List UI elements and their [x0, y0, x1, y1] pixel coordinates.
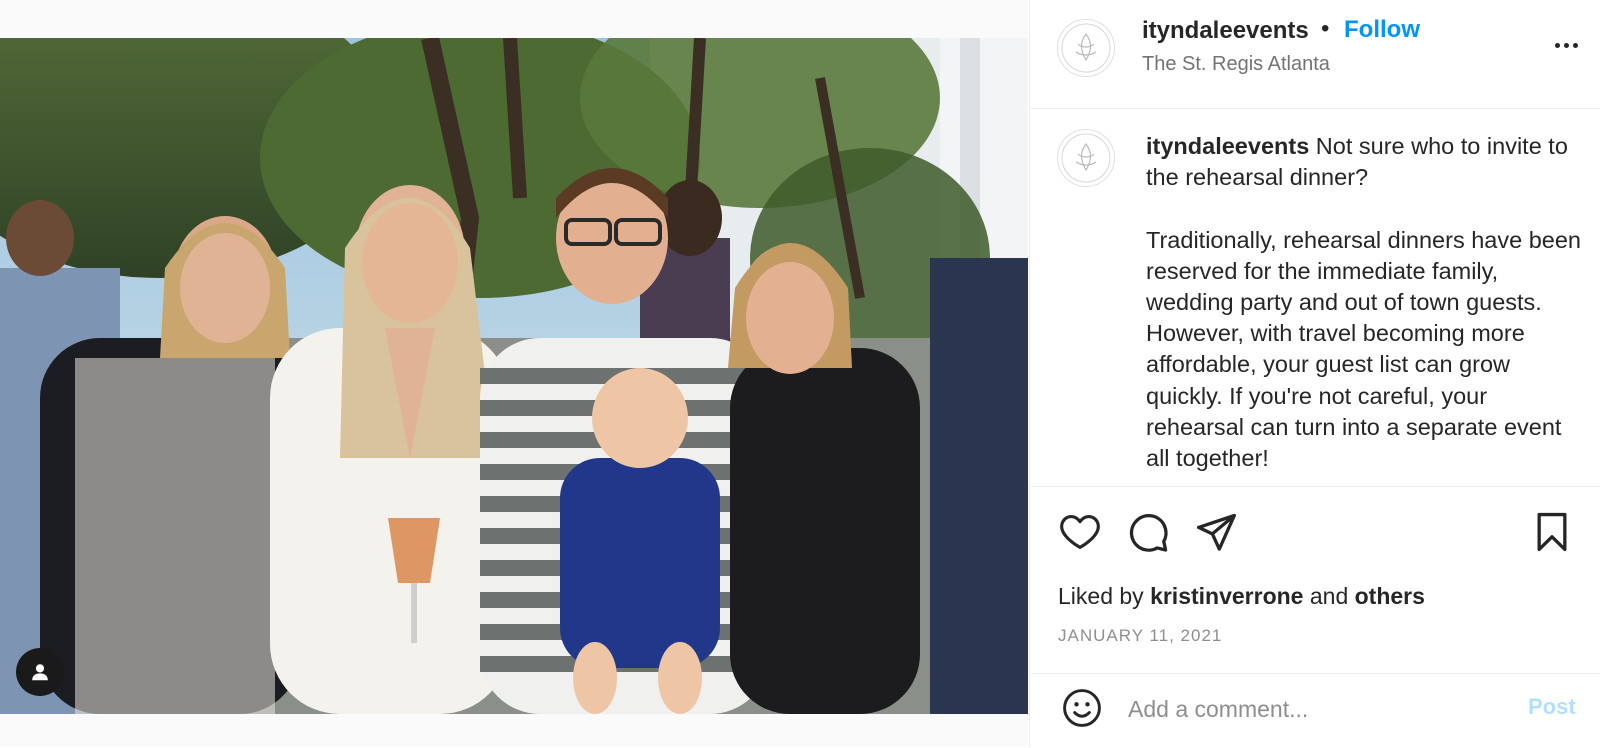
comment-bar: Post	[1030, 673, 1600, 748]
more-dot	[1563, 42, 1569, 48]
share-button[interactable]	[1194, 510, 1238, 554]
tagged-users-button[interactable]	[16, 648, 64, 696]
post-side-panel: ityndaleevents • Follow The St. Regis At…	[1029, 0, 1600, 747]
comment-icon	[1129, 514, 1168, 552]
like-button[interactable]	[1058, 510, 1102, 554]
liked-by-others[interactable]: others	[1355, 583, 1425, 609]
save-button[interactable]	[1530, 510, 1574, 554]
post-comment-button[interactable]: Post	[1528, 694, 1576, 720]
likes-prefix: Liked by	[1058, 583, 1151, 609]
smiley-icon	[1063, 689, 1101, 727]
follow-button[interactable]: Follow	[1344, 16, 1420, 44]
post-date[interactable]: JANUARY 11, 2021	[1058, 626, 1222, 646]
post-username[interactable]: ityndaleevents	[1142, 17, 1309, 45]
likes-summary: Liked by kristinverrone and others	[1058, 583, 1425, 610]
separator-dot: •	[1321, 15, 1330, 42]
post-location[interactable]: The St. Regis Atlanta	[1142, 53, 1330, 76]
brand-logo-icon	[1061, 133, 1111, 183]
caption-avatar[interactable]	[1057, 129, 1115, 187]
likes-middle: and	[1303, 583, 1355, 609]
comment-input[interactable]	[1126, 690, 1500, 728]
post-photo[interactable]	[0, 38, 1028, 714]
more-horizontal-icon	[1554, 42, 1560, 48]
more-dot	[1572, 42, 1578, 48]
caption-body: Not sure who to invite to the rehearsal …	[1146, 133, 1582, 472]
brand-logo-icon	[1061, 23, 1111, 73]
user-tag-icon	[32, 664, 48, 681]
group-photo-image	[0, 38, 1028, 714]
bookmark-icon	[1537, 512, 1567, 552]
post-caption: ityndaleevents Not sure who to invite to…	[1030, 109, 1600, 487]
action-bar	[1030, 504, 1600, 560]
more-options-button[interactable]	[1548, 30, 1584, 60]
paper-plane-icon	[1196, 513, 1236, 551]
post-media	[0, 0, 1028, 747]
comment-button[interactable]	[1126, 510, 1170, 554]
caption-text: ityndaleevents Not sure who to invite to…	[1146, 131, 1586, 474]
caption-username[interactable]: ityndaleevents	[1146, 133, 1309, 159]
profile-avatar[interactable]	[1057, 19, 1115, 77]
heart-icon	[1060, 515, 1100, 549]
post-header: ityndaleevents • Follow The St. Regis At…	[1030, 0, 1600, 109]
emoji-button[interactable]	[1060, 686, 1104, 730]
liked-by-user[interactable]: kristinverrone	[1150, 583, 1303, 609]
